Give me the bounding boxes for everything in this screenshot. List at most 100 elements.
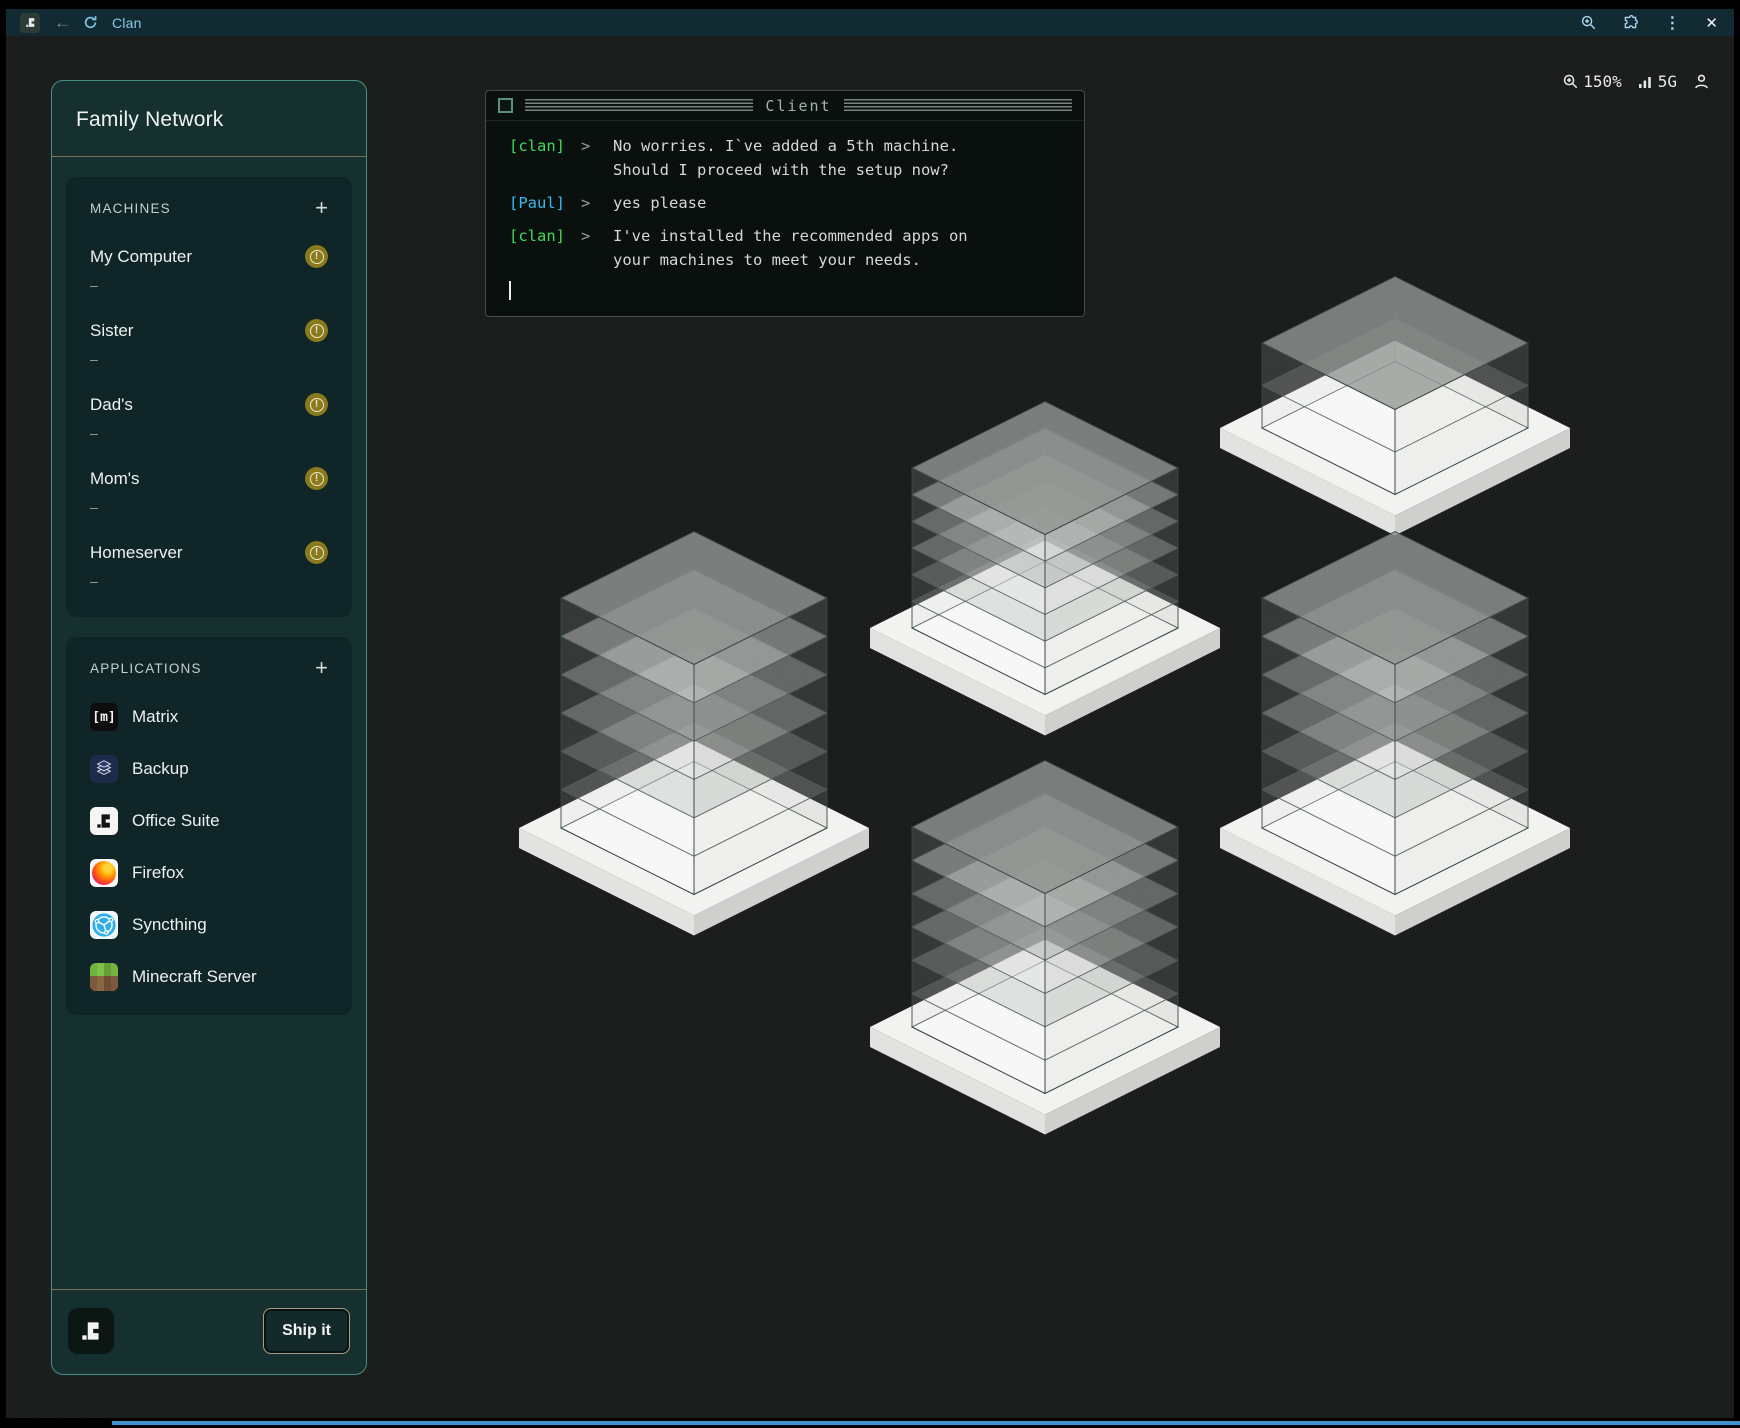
machine-item[interactable]: Mom's! – <box>90 467 328 515</box>
back-icon[interactable]: ← <box>54 13 71 33</box>
machine-name: Sister <box>90 321 133 341</box>
titlebar-stripes <box>525 99 753 112</box>
message-prompt: > <box>567 134 613 182</box>
machine-warning-icon: ! <box>305 467 328 490</box>
message-text: yes please <box>613 191 706 215</box>
machines-list: My Computer!–Sister!–Dad's!–Mom's!–Homes… <box>90 245 328 589</box>
divider <box>52 156 366 157</box>
machine-warning-icon: ! <box>305 319 328 342</box>
user-icon[interactable] <box>1693 73 1710 90</box>
network-indicator: 5G <box>1638 72 1677 91</box>
machine-node-left[interactable] <box>519 532 869 936</box>
application-name: Minecraft Server <box>132 967 257 987</box>
zoom-level-value: 150% <box>1583 72 1622 91</box>
zoom-icon[interactable] <box>1580 14 1597 31</box>
application-name: Firefox <box>132 863 184 883</box>
message-sender: [clan] <box>509 134 567 182</box>
applications-panel: APPLICATIONS + [m] Matrix Backup Office Sui… <box>66 637 352 1015</box>
window-bottom-accent <box>112 1421 1740 1425</box>
ship-it-button[interactable]: Ship it <box>263 1308 350 1354</box>
refresh-icon[interactable] <box>83 15 98 30</box>
application-name: Office Suite <box>132 811 220 831</box>
client-terminal-window: Client [clan]>No worries. I`ve added a 5… <box>485 90 1085 317</box>
menu-kebab-icon[interactable]: ⋮ <box>1664 13 1680 33</box>
machine-status: – <box>90 425 328 441</box>
machine-warning-icon: ! <box>305 393 328 416</box>
application-item[interactable]: Syncthing <box>90 911 328 939</box>
machine-node-new[interactable] <box>1220 277 1570 536</box>
magnifier-plus-icon <box>1562 73 1579 90</box>
application-item[interactable]: Office Suite <box>90 807 328 835</box>
message-text: No worries. I`ve added a 5th machine.Sho… <box>613 134 958 182</box>
applications-section-label: APPLICATIONS <box>90 661 202 676</box>
close-icon[interactable]: ✕ <box>1705 14 1718 32</box>
sidebar-header: Family Network <box>52 81 366 156</box>
terminal-message: [clan]>No worries. I`ve added a 5th mach… <box>509 134 1074 182</box>
office-suite-icon <box>90 807 118 835</box>
message-sender: [clan] <box>509 224 567 272</box>
clan-glyph-icon <box>78 1318 104 1344</box>
machine-status: – <box>90 499 328 515</box>
terminal-cursor <box>509 281 511 300</box>
machine-item[interactable]: Homeserver! – <box>90 541 328 589</box>
machine-item[interactable]: Sister! – <box>90 319 328 367</box>
machine-item[interactable]: Dad's! – <box>90 393 328 441</box>
syncthing-icon <box>90 911 118 939</box>
machines-section-label: MACHINES <box>90 201 171 216</box>
terminal-message: [Paul]>yes please <box>509 191 1074 215</box>
sidebar: Family Network MACHINES + My Computer!–S… <box>51 80 367 1375</box>
backup-icon <box>90 755 118 783</box>
message-prompt: > <box>567 224 613 272</box>
page-title: Family Network <box>76 108 342 132</box>
terminal-messages: [clan]>No worries. I`ve added a 5th mach… <box>486 121 1084 272</box>
machine-node-right[interactable] <box>1220 532 1570 936</box>
machine-warning-icon: ! <box>305 245 328 268</box>
browser-topbar: ← Clan ⋮ ✕ <box>6 9 1734 36</box>
matrix-icon: [m] <box>90 703 118 731</box>
application-item[interactable]: Backup <box>90 755 328 783</box>
app-window: ← Clan ⋮ ✕ <box>6 9 1734 1418</box>
application-item[interactable]: Firefox <box>90 859 328 887</box>
firefox-icon <box>90 859 118 887</box>
machine-item[interactable]: My Computer! – <box>90 245 328 293</box>
machine-warning-icon: ! <box>305 541 328 564</box>
clan-app-icon <box>20 13 40 33</box>
clan-logo <box>68 1308 114 1354</box>
machine-status: – <box>90 277 328 293</box>
machine-node-bottom[interactable] <box>870 761 1220 1135</box>
extensions-icon[interactable] <box>1622 14 1639 31</box>
add-application-button[interactable]: + <box>315 657 328 679</box>
signal-bars-icon <box>1638 75 1654 89</box>
machine-name: Homeserver <box>90 543 183 563</box>
machine-name: Mom's <box>90 469 140 489</box>
window-checkbox-icon[interactable] <box>498 98 513 113</box>
message-text: I've installed the recommended apps onyo… <box>613 224 968 272</box>
tab-title: Clan <box>112 15 142 31</box>
application-name: Syncthing <box>132 915 207 935</box>
sidebar-footer: Ship it <box>52 1289 366 1374</box>
application-name: Backup <box>132 759 189 779</box>
machine-name: My Computer <box>90 247 192 267</box>
message-prompt: > <box>567 191 613 215</box>
application-item[interactable]: [m] Matrix <box>90 703 328 731</box>
network-value: 5G <box>1658 72 1677 91</box>
machine-status: – <box>90 351 328 367</box>
terminal-message: [clan]>I've installed the recommended ap… <box>509 224 1074 272</box>
applications-list: [m] Matrix Backup Office Suite Firefox Syncth… <box>90 703 328 991</box>
clan-glyph-icon <box>24 16 37 29</box>
application-item[interactable]: Minecraft Server <box>90 963 328 991</box>
machine-name: Dad's <box>90 395 133 415</box>
message-sender: [Paul] <box>509 191 567 215</box>
zoom-indicator: 150% <box>1562 72 1622 91</box>
titlebar-stripes <box>844 99 1072 112</box>
application-name: Matrix <box>132 707 178 727</box>
machine-status: – <box>90 573 328 589</box>
terminal-titlebar: Client <box>486 91 1084 121</box>
minecraft-server-icon <box>90 963 118 991</box>
machine-node-top[interactable] <box>870 402 1220 736</box>
terminal-title: Client <box>765 97 831 115</box>
machines-panel: MACHINES + My Computer!–Sister!–Dad's!–M… <box>66 177 352 617</box>
main-canvas-area: 150% 5G Client [clan]>No w <box>6 36 1734 1418</box>
status-indicators: 150% 5G <box>1562 72 1710 91</box>
add-machine-button[interactable]: + <box>315 197 328 219</box>
